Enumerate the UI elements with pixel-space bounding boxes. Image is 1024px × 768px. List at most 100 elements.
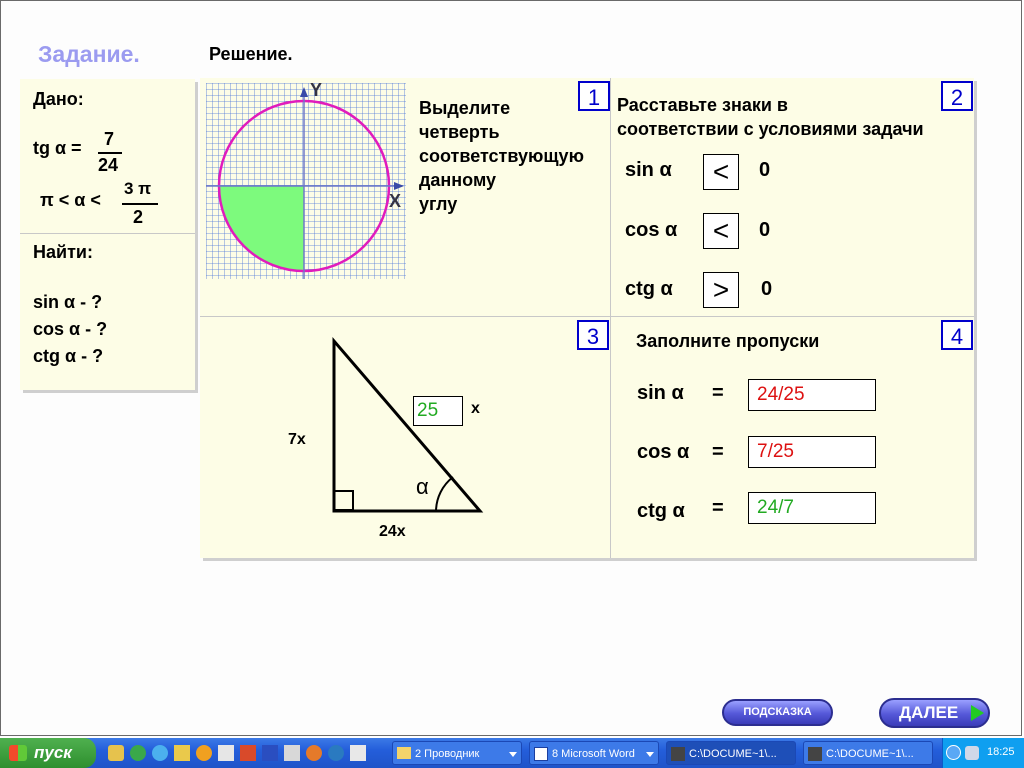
sign-row-sin-label: sin α bbox=[625, 159, 672, 181]
inequality-fraction-bar bbox=[122, 203, 158, 205]
inequality-numerator: 3 π bbox=[124, 179, 152, 198]
sign-box-sin[interactable]: < bbox=[703, 154, 739, 190]
tg-fraction-bar bbox=[98, 152, 122, 154]
panel2-title-line: соответствии с условиями задачи bbox=[617, 119, 924, 139]
quick-launch-icon-7[interactable] bbox=[240, 745, 256, 761]
taskbar-item-label: C:\DOCUME~1\... bbox=[689, 748, 777, 760]
answer-field-ctg[interactable]: 24/7 bbox=[748, 492, 876, 524]
panel1-line: углу bbox=[419, 194, 458, 214]
chevron-down-icon bbox=[509, 752, 517, 757]
bottom-leg-label: 24x bbox=[379, 523, 406, 540]
taskbar-item-explorer[interactable]: 2 Проводник bbox=[392, 741, 522, 765]
right-triangle bbox=[332, 336, 484, 513]
tg-label: tg α = bbox=[33, 138, 82, 158]
app-icon bbox=[808, 747, 822, 761]
taskbar-item-window-1[interactable]: C:\DOCUME~1\... bbox=[666, 741, 796, 765]
tg-numerator: 7 bbox=[104, 129, 115, 149]
angle-label: α bbox=[416, 474, 429, 499]
panel-number-1: 1 bbox=[578, 81, 610, 111]
answer-field-sin[interactable]: 24/25 bbox=[748, 379, 876, 411]
sign-box-ctg[interactable]: > bbox=[703, 272, 739, 308]
start-button[interactable]: пуск bbox=[0, 738, 96, 768]
quick-launch-icon-12[interactable] bbox=[350, 745, 366, 761]
given-divider bbox=[20, 233, 195, 234]
network-icon[interactable] bbox=[965, 746, 979, 760]
sign-row-sin-value: 0 bbox=[759, 159, 771, 181]
sign-row-ctg-label: ctg α bbox=[625, 278, 673, 300]
internet-explorer-icon[interactable] bbox=[152, 745, 168, 761]
fill-row-cos-eq: = bbox=[712, 441, 724, 463]
word-icon bbox=[534, 747, 548, 761]
find-item-sin: sin α - ? bbox=[33, 292, 103, 312]
fill-row-ctg-label: ctg α bbox=[637, 500, 685, 522]
quick-launch-icon-11[interactable] bbox=[328, 745, 344, 761]
answer-field-cos[interactable]: 7/25 bbox=[748, 436, 876, 468]
panel1-line: четверть bbox=[419, 122, 500, 142]
panel-number-4: 4 bbox=[941, 320, 973, 350]
grid-background bbox=[206, 83, 406, 279]
axis-x-label: X bbox=[389, 191, 402, 211]
quick-launch-icon-10[interactable] bbox=[306, 745, 322, 761]
quick-launch-icon-1[interactable] bbox=[108, 745, 124, 761]
find-title: Найти: bbox=[33, 242, 93, 262]
panel2-title-line: Расставьте знаки в bbox=[617, 95, 788, 115]
taskbar-item-label: 2 Проводник bbox=[415, 748, 480, 760]
quick-launch-icon-6[interactable] bbox=[218, 745, 234, 761]
hint-button-label: ПОДСКАЗКА bbox=[743, 706, 812, 718]
fill-row-sin-eq: = bbox=[712, 382, 724, 404]
arrow-right-icon bbox=[971, 705, 984, 721]
taskbar-item-word[interactable]: 8 Microsoft Word bbox=[529, 741, 659, 765]
next-button-label: ДАЛЕЕ bbox=[899, 703, 959, 722]
find-item-ctg: ctg α - ? bbox=[33, 346, 104, 366]
taskbar-item-label: 8 Microsoft Word bbox=[552, 748, 635, 760]
right-angle-mark bbox=[333, 490, 354, 511]
taskbar: пуск 2 Проводник 8 Microsoft Word C:\DOC… bbox=[0, 738, 1024, 768]
fill-row-sin-label: sin α bbox=[637, 382, 684, 404]
folder-icon bbox=[397, 747, 411, 759]
given-title: Дано: bbox=[33, 89, 84, 109]
sign-row-cos-label: cos α bbox=[625, 219, 678, 241]
panel1-line: данному bbox=[419, 170, 497, 190]
hypotenuse-answer-box[interactable]: 25 bbox=[413, 396, 463, 426]
panel2-title: Расставьте знаки в соответствии с услови… bbox=[617, 93, 924, 141]
chevron-down-icon bbox=[646, 752, 654, 757]
panel4-title: Заполните пропуски bbox=[636, 331, 820, 351]
coordinate-grid[interactable] bbox=[206, 83, 406, 279]
taskbar-item-window-2[interactable]: C:\DOCUME~1\... bbox=[803, 741, 933, 765]
inequality-denominator: 2 bbox=[133, 207, 144, 227]
app-icon bbox=[671, 747, 685, 761]
given-panel: Дано: tg α = 7 24 π < α < 3 π 2 Найти: s… bbox=[20, 79, 195, 390]
next-button[interactable]: ДАЛЕЕ bbox=[879, 698, 990, 728]
tg-denominator: 24 bbox=[98, 155, 119, 175]
quick-launch-icon-4[interactable] bbox=[174, 745, 190, 761]
axis-y-label: Y bbox=[310, 80, 323, 100]
quick-launch-icon-2[interactable] bbox=[130, 745, 146, 761]
panel1-line: Выделите bbox=[419, 98, 511, 118]
task-title: Задание. bbox=[38, 41, 140, 67]
hypotenuse-unit: x bbox=[471, 400, 480, 417]
vertical-divider bbox=[610, 78, 611, 558]
hint-button[interactable]: ПОДСКАЗКА bbox=[722, 699, 833, 726]
windows-logo-icon bbox=[9, 745, 27, 761]
find-item-cos: cos α - ? bbox=[33, 319, 108, 339]
horizontal-divider bbox=[200, 316, 974, 317]
fill-row-cos-label: cos α bbox=[637, 441, 690, 463]
panel-number-2: 2 bbox=[941, 81, 973, 111]
angle-arc bbox=[435, 476, 454, 512]
word-icon[interactable] bbox=[262, 745, 278, 761]
fill-row-ctg-eq: = bbox=[712, 497, 724, 519]
quick-launch-icon-9[interactable] bbox=[284, 745, 300, 761]
panel1-instruction: Выделите четверть соответствующую данном… bbox=[419, 96, 584, 216]
chevron-left-icon[interactable] bbox=[946, 745, 961, 760]
clock[interactable]: 18:25 bbox=[987, 746, 1015, 758]
triangle-outline bbox=[332, 336, 484, 513]
media-player-icon[interactable] bbox=[196, 745, 212, 761]
slide: Задание. Решение. Дано: tg α = 7 24 π < … bbox=[0, 0, 1022, 736]
solution-title: Решение. bbox=[209, 44, 293, 64]
panel-number-3: 3 bbox=[577, 320, 609, 350]
panel1-line: соответствующую bbox=[419, 146, 584, 166]
left-leg-label: 7x bbox=[288, 431, 306, 448]
solution-panel: Y X Выделите четверть соответствующую да… bbox=[200, 78, 974, 558]
system-tray: 18:25 bbox=[942, 738, 1024, 768]
sign-box-cos[interactable]: < bbox=[703, 213, 739, 249]
